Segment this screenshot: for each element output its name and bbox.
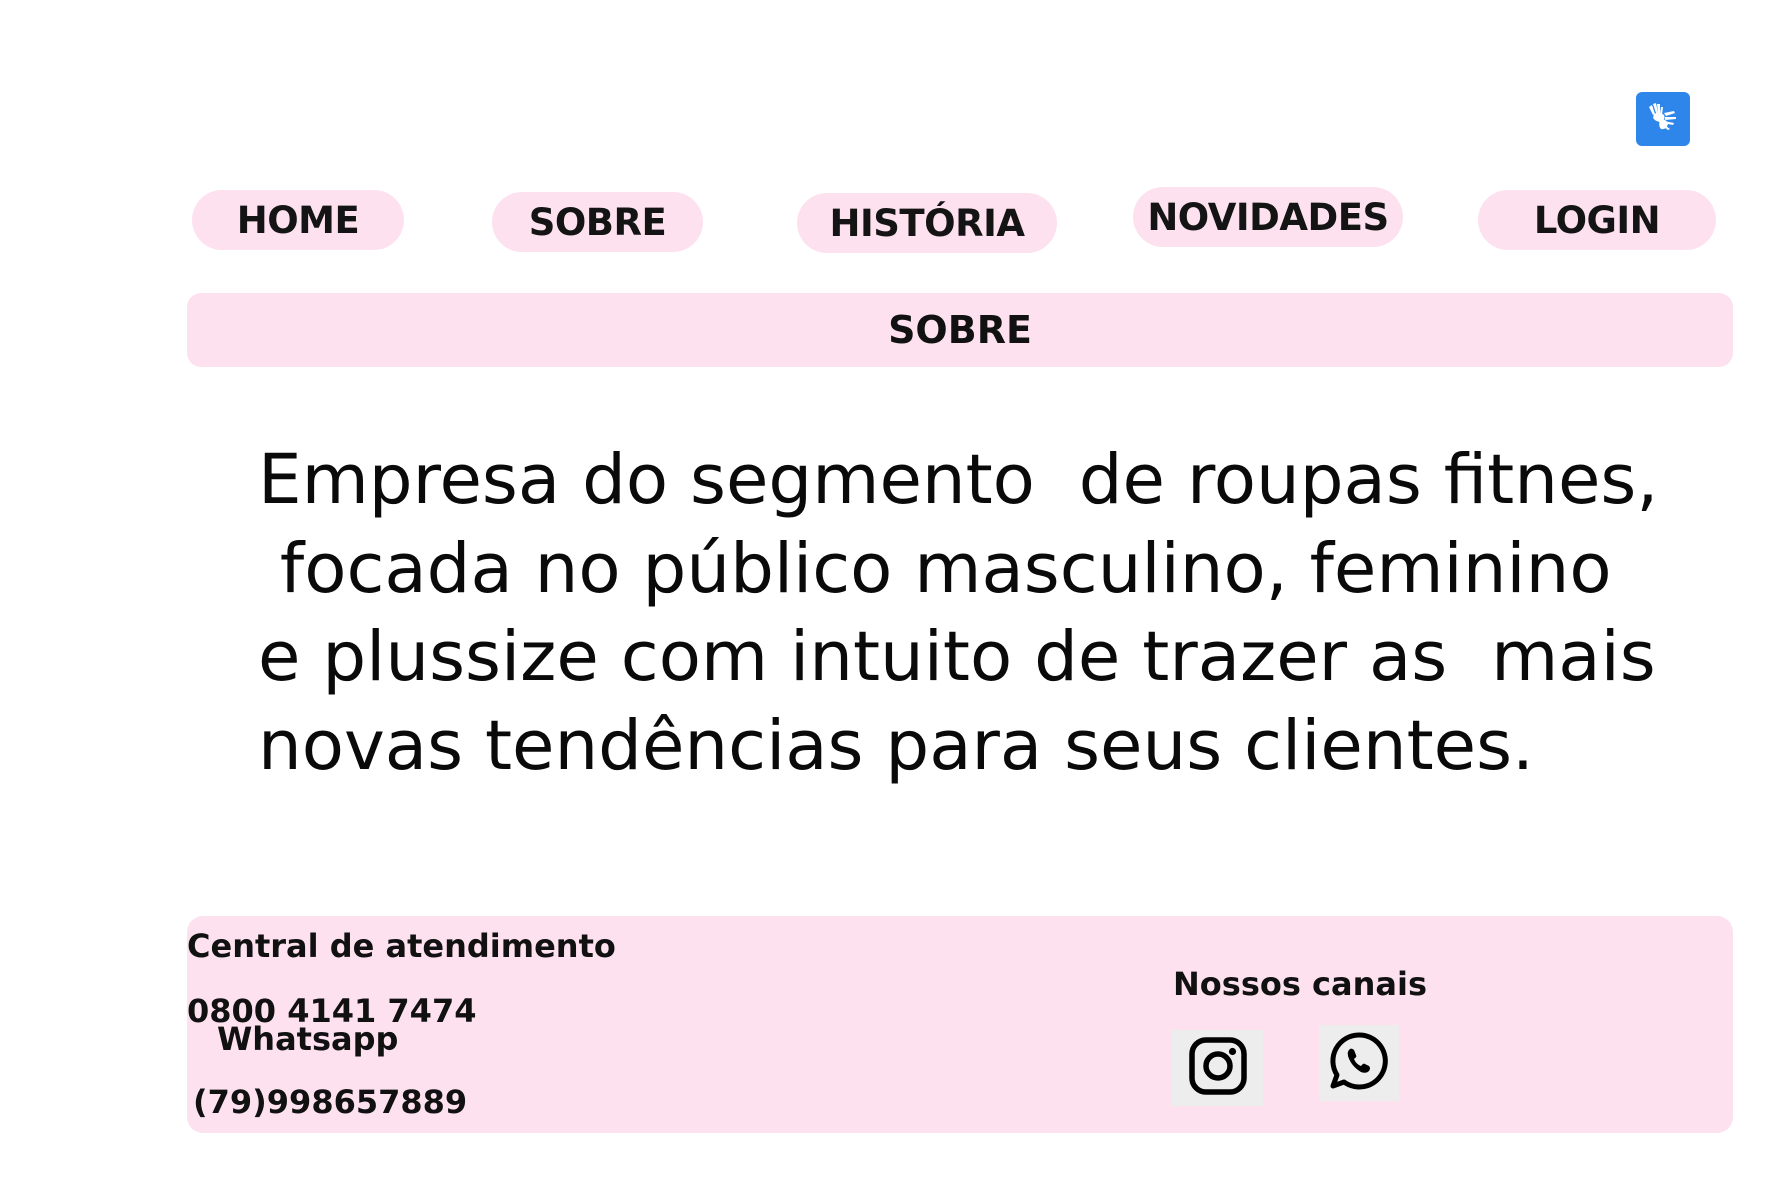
nav-home-label: HOME: [236, 198, 360, 242]
nav-historia-button[interactable]: HISTÓRIA: [797, 193, 1057, 253]
about-line-1: Empresa do segmento de roupas fitnes,: [258, 440, 1659, 520]
sign-language-hands-icon: [1646, 100, 1680, 138]
instagram-icon: [1187, 1035, 1249, 1101]
section-title-bar: SOBRE: [187, 293, 1733, 367]
whatsapp-link[interactable]: [1319, 1025, 1399, 1101]
nav-sobre-label: SOBRE: [528, 200, 667, 244]
instagram-link[interactable]: [1172, 1030, 1263, 1106]
section-title: SOBRE: [888, 308, 1032, 352]
nav-login-button[interactable]: LOGIN: [1478, 190, 1716, 250]
accessibility-button[interactable]: [1636, 92, 1690, 146]
nav-sobre-button[interactable]: SOBRE: [492, 192, 703, 252]
whatsapp-phone: (79)998657889: [193, 1083, 468, 1121]
whatsapp-icon: [1328, 1030, 1390, 1096]
footer: Central de atendimento 0800 4141 7474 Wh…: [187, 916, 1733, 1133]
support-center-title: Central de atendimento: [187, 927, 616, 965]
nav-historia-label: HISTÓRIA: [829, 201, 1025, 245]
about-line-3: e plussize com intuito de trazer as mais: [258, 617, 1656, 697]
channels-title: Nossos canais: [1173, 965, 1427, 1003]
nav-home-button[interactable]: HOME: [192, 190, 404, 250]
nav-novidades-label: NOVIDADES: [1147, 195, 1389, 239]
about-line-2: focada no público masculino, feminino: [258, 528, 1612, 609]
about-description: Empresa do segmento de roupas fitnes, fo…: [258, 436, 1678, 790]
about-line-4: novas tendências para seus clientes.: [258, 705, 1534, 786]
whatsapp-label: Whatsapp: [217, 1020, 399, 1058]
nav-novidades-button[interactable]: NOVIDADES: [1133, 187, 1403, 247]
nav-login-label: LOGIN: [1533, 198, 1661, 242]
